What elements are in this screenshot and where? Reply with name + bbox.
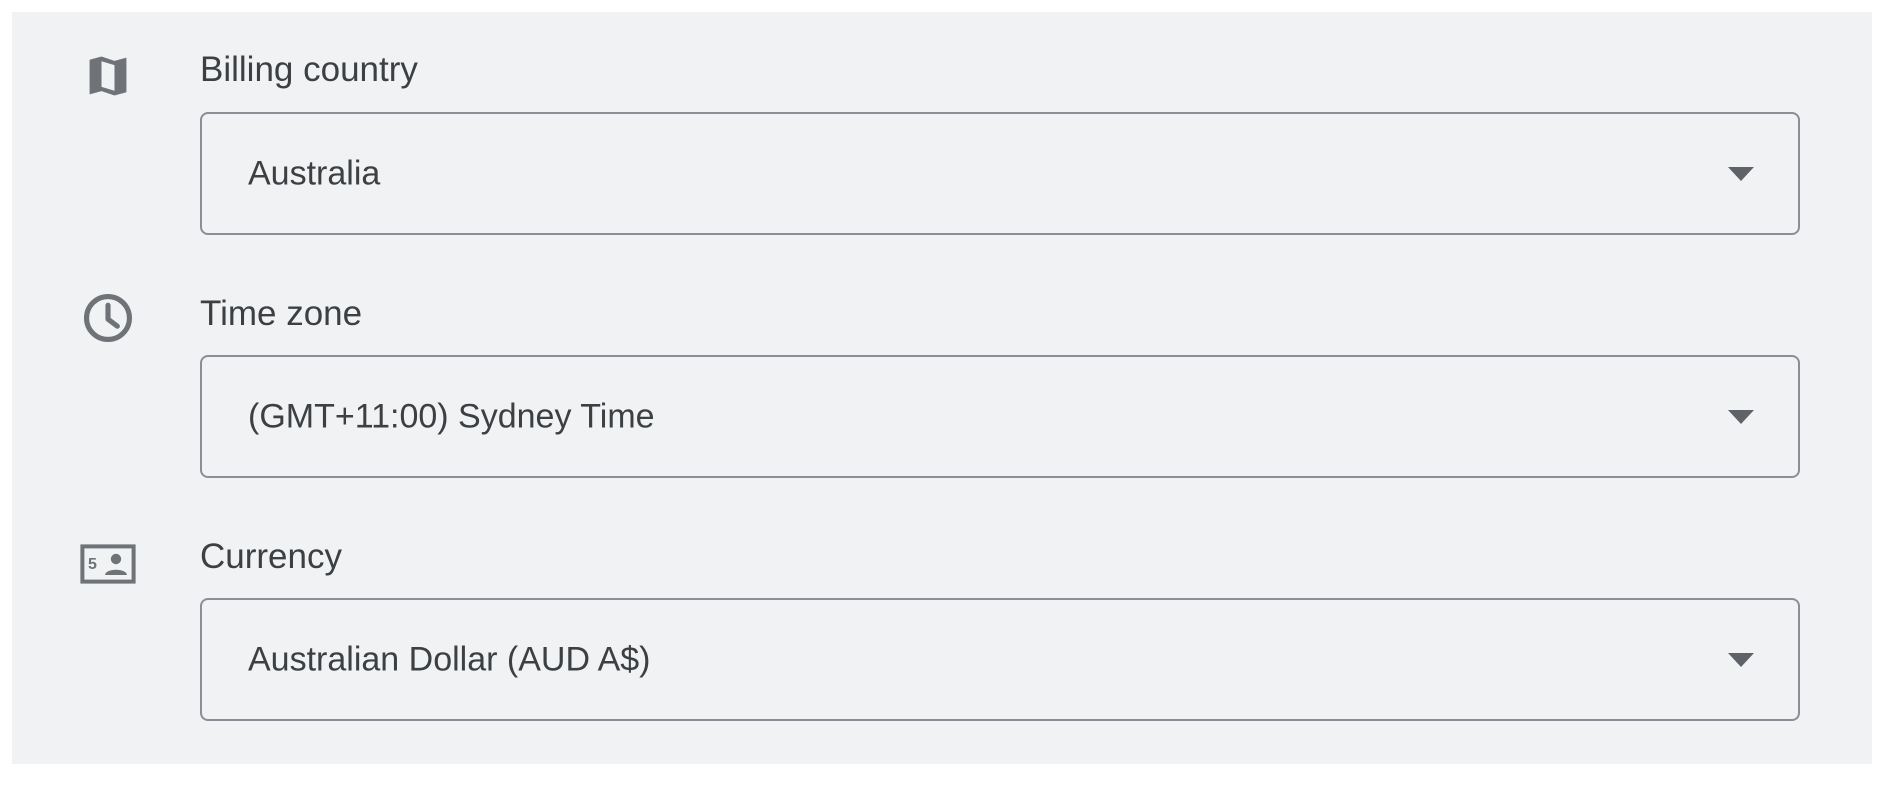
clock-icon: [78, 288, 138, 348]
chevron-down-icon: [1728, 652, 1754, 667]
map-icon: [78, 46, 138, 106]
currency-value: Australian Dollar (AUD A$): [248, 640, 651, 678]
currency-bill-icon: 5: [78, 534, 138, 594]
time-zone-value: (GMT+11:00) Sydney Time: [248, 397, 655, 435]
currency-select[interactable]: Australian Dollar (AUD A$): [200, 598, 1800, 721]
svg-text:5: 5: [88, 556, 97, 573]
currency-label: Currency: [200, 537, 342, 576]
account-settings-panel: Billing country Australia Time zone (GMT…: [12, 12, 1872, 764]
chevron-down-icon: [1728, 409, 1754, 424]
billing-country-value: Australia: [248, 154, 381, 192]
chevron-down-icon: [1728, 166, 1754, 181]
billing-country-label: Billing country: [200, 50, 418, 89]
billing-country-select[interactable]: Australia: [200, 112, 1800, 235]
time-zone-select[interactable]: (GMT+11:00) Sydney Time: [200, 355, 1800, 478]
time-zone-label: Time zone: [200, 294, 363, 333]
